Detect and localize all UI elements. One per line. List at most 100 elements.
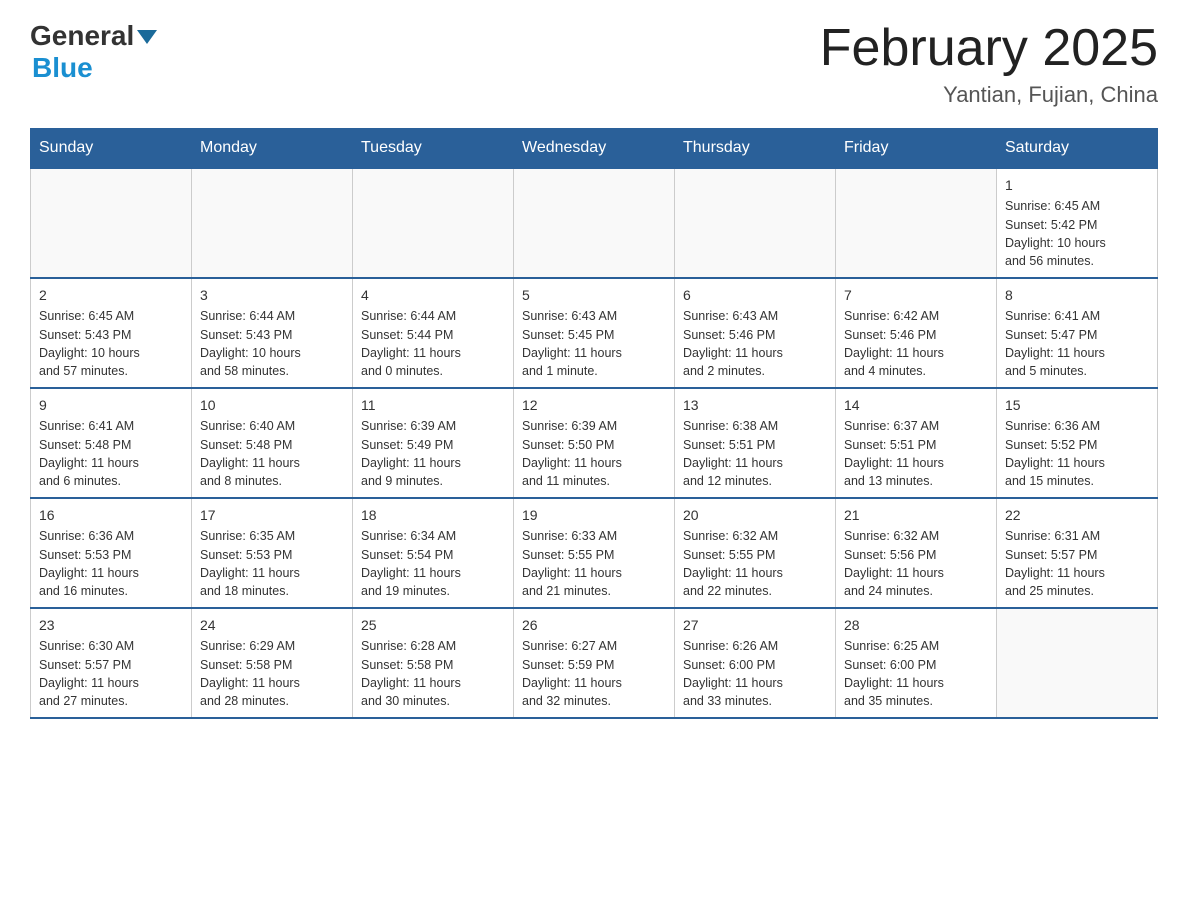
day-info-line: Sunset: 5:58 PM: [200, 656, 344, 674]
day-info-line: Daylight: 11 hours: [39, 564, 183, 582]
day-number: 26: [522, 615, 666, 635]
day-info-line: Sunrise: 6:44 AM: [361, 307, 505, 325]
day-info-line: Sunrise: 6:45 AM: [1005, 197, 1149, 215]
day-number: 12: [522, 395, 666, 415]
day-info-line: and 35 minutes.: [844, 692, 988, 710]
day-info-line: Daylight: 11 hours: [361, 454, 505, 472]
day-info-line: and 12 minutes.: [683, 472, 827, 490]
day-info-line: Sunrise: 6:31 AM: [1005, 527, 1149, 545]
day-info-line: and 57 minutes.: [39, 362, 183, 380]
day-info-line: Daylight: 11 hours: [522, 344, 666, 362]
day-info-line: Sunrise: 6:36 AM: [1005, 417, 1149, 435]
day-info-line: Sunrise: 6:39 AM: [361, 417, 505, 435]
day-info-line: Sunset: 5:51 PM: [683, 436, 827, 454]
day-info-line: and 0 minutes.: [361, 362, 505, 380]
day-number: 28: [844, 615, 988, 635]
day-number: 3: [200, 285, 344, 305]
day-info-line: Sunset: 5:47 PM: [1005, 326, 1149, 344]
day-info-line: and 2 minutes.: [683, 362, 827, 380]
calendar-day-cell: [31, 168, 192, 278]
day-number: 16: [39, 505, 183, 525]
day-number: 2: [39, 285, 183, 305]
day-info-line: Daylight: 11 hours: [200, 564, 344, 582]
day-info-line: and 27 minutes.: [39, 692, 183, 710]
day-info-line: Sunrise: 6:32 AM: [844, 527, 988, 545]
logo-blue-row: Blue: [30, 52, 93, 84]
calendar-day-cell: 21Sunrise: 6:32 AMSunset: 5:56 PMDayligh…: [836, 498, 997, 608]
day-info-line: Sunrise: 6:39 AM: [522, 417, 666, 435]
day-number: 13: [683, 395, 827, 415]
calendar-day-cell: 6Sunrise: 6:43 AMSunset: 5:46 PMDaylight…: [675, 278, 836, 388]
day-info-line: and 6 minutes.: [39, 472, 183, 490]
day-number: 23: [39, 615, 183, 635]
calendar-day-cell: 24Sunrise: 6:29 AMSunset: 5:58 PMDayligh…: [192, 608, 353, 718]
day-info-line: Daylight: 11 hours: [200, 454, 344, 472]
day-number: 14: [844, 395, 988, 415]
location-title: Yantian, Fujian, China: [820, 82, 1158, 108]
col-friday: Friday: [836, 129, 997, 169]
day-info-line: Daylight: 11 hours: [844, 674, 988, 692]
day-number: 27: [683, 615, 827, 635]
calendar-day-cell: 8Sunrise: 6:41 AMSunset: 5:47 PMDaylight…: [997, 278, 1158, 388]
day-number: 4: [361, 285, 505, 305]
day-info-line: Daylight: 11 hours: [844, 564, 988, 582]
day-info-line: Sunset: 5:50 PM: [522, 436, 666, 454]
col-tuesday: Tuesday: [353, 129, 514, 169]
day-info-line: Sunset: 5:57 PM: [39, 656, 183, 674]
day-info-line: Sunset: 5:53 PM: [39, 546, 183, 564]
day-info-line: and 21 minutes.: [522, 582, 666, 600]
day-info-line: Daylight: 11 hours: [683, 454, 827, 472]
header-row: Sunday Monday Tuesday Wednesday Thursday…: [31, 129, 1158, 169]
calendar-day-cell: 4Sunrise: 6:44 AMSunset: 5:44 PMDaylight…: [353, 278, 514, 388]
col-saturday: Saturday: [997, 129, 1158, 169]
day-info-line: and 16 minutes.: [39, 582, 183, 600]
day-info-line: and 11 minutes.: [522, 472, 666, 490]
day-info-line: Sunrise: 6:25 AM: [844, 637, 988, 655]
day-info-line: Daylight: 11 hours: [683, 344, 827, 362]
day-info-line: and 56 minutes.: [1005, 252, 1149, 270]
calendar-day-cell: 15Sunrise: 6:36 AMSunset: 5:52 PMDayligh…: [997, 388, 1158, 498]
col-monday: Monday: [192, 129, 353, 169]
day-info-line: Daylight: 11 hours: [361, 674, 505, 692]
day-info-line: Sunrise: 6:27 AM: [522, 637, 666, 655]
day-info-line: Sunset: 5:45 PM: [522, 326, 666, 344]
day-info-line: Daylight: 11 hours: [200, 674, 344, 692]
day-info-line: Sunset: 5:59 PM: [522, 656, 666, 674]
calendar-day-cell: 9Sunrise: 6:41 AMSunset: 5:48 PMDaylight…: [31, 388, 192, 498]
day-info-line: Sunrise: 6:44 AM: [200, 307, 344, 325]
day-info-line: and 4 minutes.: [844, 362, 988, 380]
day-info-line: Sunset: 5:52 PM: [1005, 436, 1149, 454]
day-info-line: Sunrise: 6:41 AM: [1005, 307, 1149, 325]
calendar-day-cell: 23Sunrise: 6:30 AMSunset: 5:57 PMDayligh…: [31, 608, 192, 718]
day-info-line: Daylight: 11 hours: [844, 344, 988, 362]
day-info-line: and 25 minutes.: [1005, 582, 1149, 600]
day-info-line: Sunrise: 6:29 AM: [200, 637, 344, 655]
logo-arrow-icon: [137, 30, 157, 44]
day-info-line: Sunset: 5:54 PM: [361, 546, 505, 564]
day-info-line: and 5 minutes.: [1005, 362, 1149, 380]
logo: General Blue: [30, 20, 157, 84]
calendar-day-cell: 10Sunrise: 6:40 AMSunset: 5:48 PMDayligh…: [192, 388, 353, 498]
calendar-body: 1Sunrise: 6:45 AMSunset: 5:42 PMDaylight…: [31, 168, 1158, 718]
calendar-day-cell: 5Sunrise: 6:43 AMSunset: 5:45 PMDaylight…: [514, 278, 675, 388]
calendar-day-cell: 1Sunrise: 6:45 AMSunset: 5:42 PMDaylight…: [997, 168, 1158, 278]
day-info-line: Sunrise: 6:32 AM: [683, 527, 827, 545]
day-number: 15: [1005, 395, 1149, 415]
day-info-line: and 8 minutes.: [200, 472, 344, 490]
day-info-line: Sunset: 5:58 PM: [361, 656, 505, 674]
day-info-line: and 15 minutes.: [1005, 472, 1149, 490]
day-info-line: Daylight: 11 hours: [361, 564, 505, 582]
calendar-day-cell: [353, 168, 514, 278]
calendar-day-cell: 26Sunrise: 6:27 AMSunset: 5:59 PMDayligh…: [514, 608, 675, 718]
day-info-line: Sunset: 5:56 PM: [844, 546, 988, 564]
calendar-day-cell: 22Sunrise: 6:31 AMSunset: 5:57 PMDayligh…: [997, 498, 1158, 608]
calendar-day-cell: 18Sunrise: 6:34 AMSunset: 5:54 PMDayligh…: [353, 498, 514, 608]
calendar-day-cell: 17Sunrise: 6:35 AMSunset: 5:53 PMDayligh…: [192, 498, 353, 608]
day-number: 1: [1005, 175, 1149, 195]
day-info-line: Daylight: 10 hours: [200, 344, 344, 362]
day-info-line: Daylight: 11 hours: [39, 674, 183, 692]
calendar-table: Sunday Monday Tuesday Wednesday Thursday…: [30, 128, 1158, 719]
day-info-line: Sunset: 5:48 PM: [39, 436, 183, 454]
day-info-line: and 58 minutes.: [200, 362, 344, 380]
calendar-day-cell: 12Sunrise: 6:39 AMSunset: 5:50 PMDayligh…: [514, 388, 675, 498]
